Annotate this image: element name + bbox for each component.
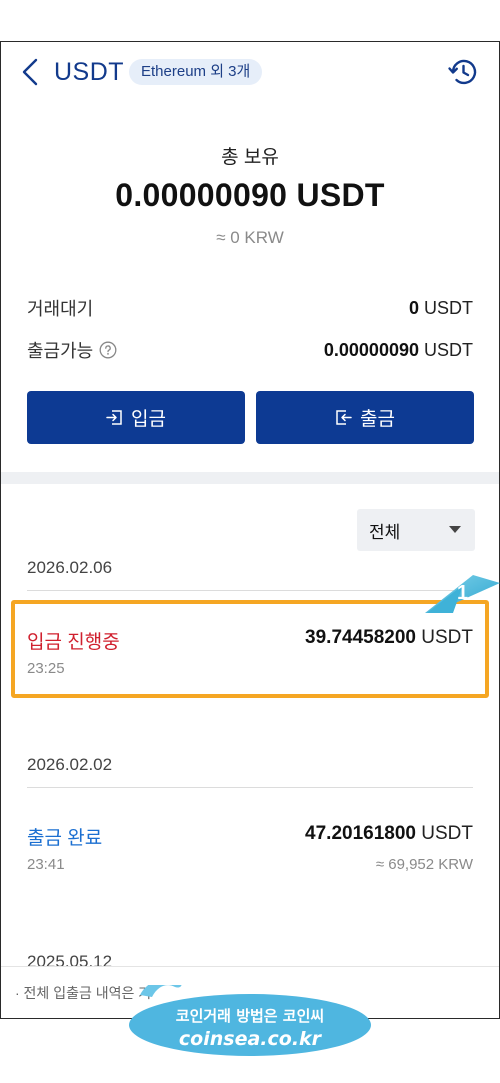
pending-row: 거래대기 0 USDT [27, 294, 473, 322]
app-screen: USDT Ethereum 외 3개 총 보유 0.00000090 USDT … [0, 41, 500, 1019]
section-divider [1, 472, 499, 484]
withdraw-button[interactable]: 출금 [256, 391, 474, 444]
caret-down-icon [449, 526, 461, 533]
annotation-number: 1 [457, 582, 468, 604]
annotation-pointer: 1 [425, 575, 500, 613]
watermark-line1: 코인거래 방법은 코인씨 [176, 1007, 324, 1025]
watermark-line2: coinsea.co.kr [179, 1028, 323, 1050]
top-bar: USDT Ethereum 외 3개 [1, 42, 499, 104]
available-label: 출금가능 [27, 341, 94, 361]
page-title: USDT [54, 58, 125, 86]
date-header: 2026.02.06 [27, 558, 113, 577]
pending-value: 0 USDT [408, 297, 473, 318]
total-holding-amount: 0.00000090 USDT [115, 177, 385, 213]
chevron-left-icon [22, 58, 38, 86]
transaction-status: 출금 완료 [27, 828, 103, 849]
pending-label: 거래대기 [27, 299, 94, 319]
back-button[interactable] [17, 56, 43, 88]
date-divider [27, 787, 473, 788]
history-icon [448, 59, 477, 85]
deposit-button[interactable]: 입금 [27, 391, 245, 444]
transaction-krw: ≈ 69,952 KRW [375, 856, 473, 873]
available-label-group: 출금가능 [27, 337, 117, 363]
withdraw-label: 출금 [360, 409, 395, 430]
withdraw-icon [336, 410, 352, 425]
help-icon[interactable] [99, 341, 117, 359]
deposit-icon [106, 410, 122, 425]
highlight-box [11, 600, 489, 698]
available-value: 0.00000090 USDT [323, 339, 473, 360]
transaction-time: 23:41 [27, 856, 65, 873]
transaction-amount: 47.20161800 USDT [305, 823, 473, 844]
network-chip[interactable]: Ethereum 외 3개 [129, 59, 263, 85]
available-row: 출금가능 0.00000090 USDT [27, 336, 473, 364]
coinsea-watermark-logo: 코인거래 방법은 코인씨 coinsea.co.kr [129, 985, 371, 1056]
filter-selected: 전체 [369, 522, 401, 542]
total-holding-krw: ≈ 0 KRW [216, 228, 284, 247]
filter-dropdown[interactable]: 전체 [357, 509, 475, 551]
date-header: 2026.02.02 [27, 755, 113, 774]
deposit-label: 입금 [131, 409, 166, 430]
date-divider [27, 590, 473, 591]
total-holding-label: 총 보유 [221, 147, 279, 168]
history-button[interactable] [447, 56, 479, 88]
transaction-row[interactable]: 출금 완료 23:41 47.20161800 USDT ≈ 69,952 KR… [27, 823, 473, 883]
